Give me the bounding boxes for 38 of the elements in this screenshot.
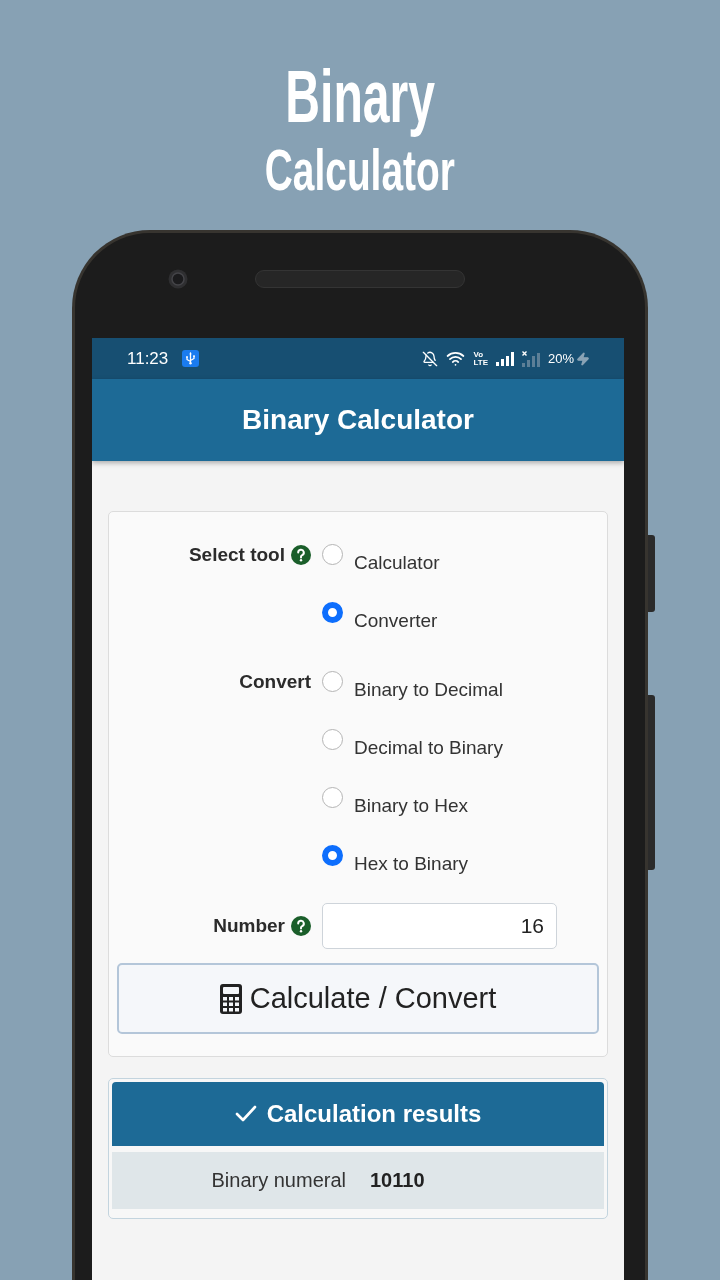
radio-button[interactable] (322, 787, 343, 808)
field-label: Number (213, 915, 285, 937)
results-title: Calculation results (266, 1100, 482, 1128)
help-icon[interactable] (291, 916, 311, 936)
promo-title: Calculator (264, 140, 455, 200)
calculate-button[interactable]: Calculate / Convert (117, 963, 599, 1034)
usb-icon (182, 350, 200, 367)
radio-label[interactable]: Binary to Hex (354, 794, 469, 818)
number-input[interactable]: 16 (322, 903, 557, 949)
radio-button[interactable] (322, 845, 343, 866)
status-time: 11:23 (127, 348, 169, 369)
radio-button[interactable] (322, 671, 343, 692)
battery-level: 20% (547, 351, 574, 366)
radio-label[interactable]: Hex to Binary (354, 852, 469, 876)
volte-indicator: Vo LTE (473, 350, 488, 367)
radio-label[interactable]: Converter (354, 609, 438, 633)
radio-button[interactable] (322, 729, 343, 750)
radio-button[interactable] (322, 602, 343, 623)
radio-button[interactable] (322, 544, 343, 565)
result-value: 10110 (369, 1169, 425, 1192)
check-icon (234, 1105, 257, 1123)
no-signal-icon (521, 350, 540, 367)
result-label: Binary numeral (211, 1169, 347, 1192)
camera-icon (168, 268, 188, 289)
speaker-icon (255, 269, 465, 288)
field-label: Select tool (188, 543, 285, 566)
calculator-icon (219, 983, 242, 1014)
signal-icon (495, 351, 514, 366)
radio-label[interactable]: Calculator (354, 551, 440, 575)
wifi-icon (446, 349, 466, 368)
field-label: Convert (239, 670, 311, 693)
radio-label[interactable]: Decimal to Binary (354, 736, 503, 760)
app-title: Binary Calculator (242, 404, 474, 436)
promo-title: Binary (285, 54, 435, 140)
help-icon[interactable] (291, 544, 311, 565)
charging-icon (576, 351, 590, 366)
radio-label[interactable]: Binary to Decimal (354, 678, 503, 702)
bell-off-icon (422, 350, 439, 367)
